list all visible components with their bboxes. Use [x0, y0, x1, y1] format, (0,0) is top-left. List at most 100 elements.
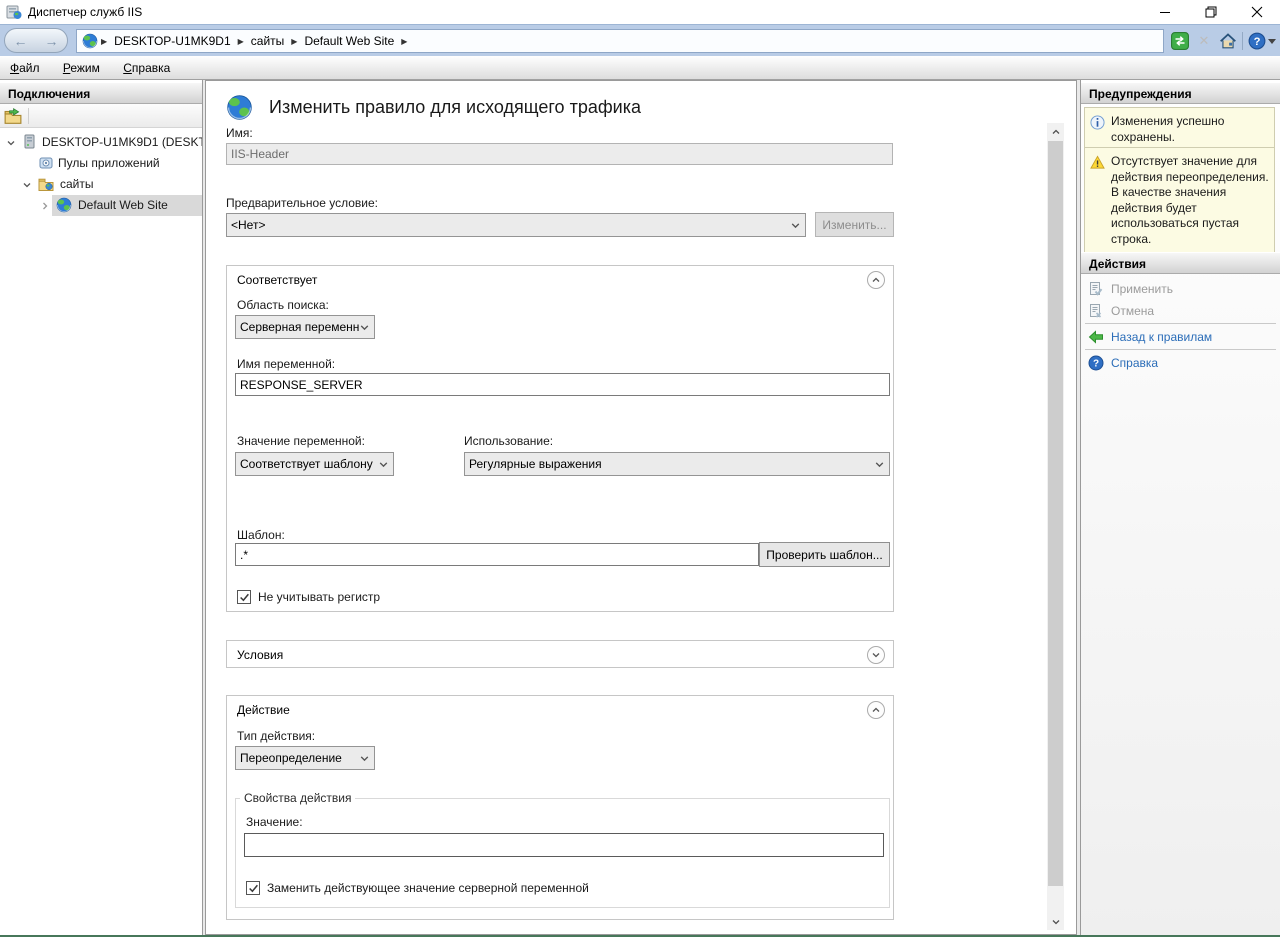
back-to-rules-label: Назад к правилам: [1111, 330, 1212, 344]
tree-item-server[interactable]: DESKTOP-U1MK9D1 (DESKTOP: [0, 132, 202, 153]
globe-icon: [82, 33, 98, 49]
ignore-case-checkbox[interactable]: [237, 590, 251, 604]
replace-label: Заменить действующее значение серверной …: [267, 881, 589, 895]
svg-text:?: ?: [1093, 358, 1099, 369]
warning-icon: [1090, 155, 1105, 248]
replace-checkbox-row: Заменить действующее значение серверной …: [246, 881, 589, 895]
match-section: Соответствует Область поиска: Серверная …: [226, 265, 894, 612]
chevron-right-icon[interactable]: [40, 200, 50, 210]
chevron-down-icon: [874, 459, 885, 470]
test-pattern-button[interactable]: Проверить шаблон...: [759, 542, 890, 567]
warning-alert: Отсутствует значение для действия переоп…: [1084, 147, 1275, 256]
close-button[interactable]: [1234, 0, 1280, 24]
restore-button[interactable]: [1188, 0, 1234, 24]
connections-tree: DESKTOP-U1MK9D1 (DESKTOP Пулы приложений…: [0, 128, 202, 216]
chevron-down-icon: [359, 322, 370, 333]
info-alert-text: Изменения успешно сохранены.: [1111, 114, 1270, 145]
actions-separator: [1085, 349, 1276, 350]
breadcrumb: ▶ DESKTOP-U1MK9D1 ▶ сайты ▶ Default Web …: [76, 29, 1164, 53]
precondition-select[interactable]: <Нет>: [226, 213, 806, 237]
home-icon[interactable]: [1218, 31, 1238, 51]
scrollbar-down-arrow[interactable]: [1047, 913, 1064, 930]
page-globe-icon: [226, 94, 253, 124]
menu-file[interactable]: Файл: [0, 56, 50, 75]
replace-checkbox[interactable]: [246, 881, 260, 895]
pattern-input[interactable]: [235, 543, 759, 566]
action-properties-title: Свойства действия: [240, 791, 355, 805]
chevron-up-icon: [1051, 127, 1061, 137]
apply-action: Применить: [1083, 278, 1278, 299]
tree-item-default-web-site[interactable]: Default Web Site: [0, 195, 202, 216]
collapse-section-button[interactable]: [867, 271, 885, 289]
scope-select[interactable]: Серверная переменн: [235, 315, 375, 339]
edit-outbound-rule-page: Изменить правило для исходящего трафика …: [205, 80, 1077, 935]
minimize-button[interactable]: [1142, 0, 1188, 24]
restart-icon[interactable]: [1170, 31, 1190, 51]
variable-value-select[interactable]: Соответствует шаблону: [235, 452, 394, 476]
action-section: Действие Тип действия: Переопределение С…: [226, 695, 894, 920]
action-type-select[interactable]: Переопределение: [235, 746, 375, 770]
help-circle-icon: ?: [1088, 355, 1104, 371]
value-label: Значение:: [246, 815, 303, 829]
name-label: Имя:: [226, 126, 253, 140]
checkmark-icon: [248, 883, 259, 894]
using-select[interactable]: Регулярные выражения: [464, 452, 890, 476]
chevron-up-icon: [871, 275, 881, 285]
page-title: Изменить правило для исходящего трафика: [269, 97, 641, 118]
precondition-label: Предварительное условие:: [226, 196, 378, 210]
conditions-section-title: Условия: [237, 648, 283, 662]
application-pools-icon: [38, 155, 54, 171]
breadcrumb-item-default-web-site[interactable]: Default Web Site: [300, 34, 398, 48]
checkmark-icon: [239, 592, 250, 603]
expand-section-button[interactable]: [867, 646, 885, 664]
ignore-case-checkbox-row: Не учитывать регистр: [237, 590, 380, 604]
edit-precondition-button: Изменить...: [815, 212, 894, 237]
address-toolbar: ← → ▶ DESKTOP-U1MK9D1 ▶ сайты ▶ Default …: [0, 24, 1280, 56]
scrollbar-thumb[interactable]: [1048, 141, 1063, 886]
menu-help[interactable]: Справка: [113, 56, 180, 75]
svg-text:?: ?: [1254, 36, 1261, 48]
help-link[interactable]: ? Справка: [1083, 352, 1278, 373]
chevron-down-icon[interactable]: [6, 137, 16, 147]
breadcrumb-item-server[interactable]: DESKTOP-U1MK9D1: [110, 34, 234, 48]
match-section-title: Соответствует: [237, 273, 317, 287]
action-type-label: Тип действия:: [237, 729, 315, 743]
toolbar-separator: [28, 108, 29, 124]
title-bar: Диспетчер служб IIS: [0, 0, 1280, 24]
breadcrumb-arrow-icon: ▶: [235, 37, 247, 46]
variable-value-label: Значение переменной:: [237, 434, 365, 448]
create-connection-icon[interactable]: [4, 107, 22, 125]
name-input: [226, 143, 893, 165]
chevron-down-icon: [378, 459, 389, 470]
scrollbar-up-arrow[interactable]: [1047, 123, 1064, 140]
tree-item-label: Пулы приложений: [58, 156, 160, 170]
vertical-scrollbar[interactable]: [1047, 123, 1064, 930]
tree-item-application-pools[interactable]: Пулы приложений: [0, 153, 202, 174]
toolbar-separator: [1242, 32, 1243, 50]
chevron-down-icon[interactable]: [22, 179, 32, 189]
stop-icon: ✕: [1194, 31, 1214, 51]
using-label: Использование:: [464, 434, 553, 448]
help-label: Справка: [1111, 356, 1158, 370]
chevron-down-icon: [359, 753, 370, 764]
conditions-section: Условия: [226, 640, 894, 668]
breadcrumb-item-sites[interactable]: сайты: [247, 34, 289, 48]
variable-name-input[interactable]: [235, 373, 890, 396]
actions-separator: [1085, 323, 1276, 324]
collapse-section-button[interactable]: [867, 701, 885, 719]
warning-alert-text: Отсутствует значение для действия переоп…: [1111, 154, 1270, 248]
iis-app-icon: [6, 4, 22, 20]
help-dropdown-caret[interactable]: [1268, 39, 1276, 44]
breadcrumb-arrow-icon: ▶: [288, 37, 300, 46]
action-value-input[interactable]: [244, 833, 884, 857]
help-icon[interactable]: ?: [1247, 31, 1267, 51]
chevron-up-icon: [871, 705, 881, 715]
back-to-rules-link[interactable]: Назад к правилам: [1083, 326, 1278, 347]
menu-view[interactable]: Режим: [53, 56, 110, 75]
tree-item-sites[interactable]: сайты: [0, 174, 202, 195]
alerts-header: Предупреждения: [1081, 82, 1280, 104]
apply-label: Применить: [1111, 282, 1173, 296]
breadcrumb-arrow-icon: ▶: [398, 37, 410, 46]
forward-icon: →: [45, 34, 59, 48]
action-section-title: Действие: [237, 703, 290, 717]
